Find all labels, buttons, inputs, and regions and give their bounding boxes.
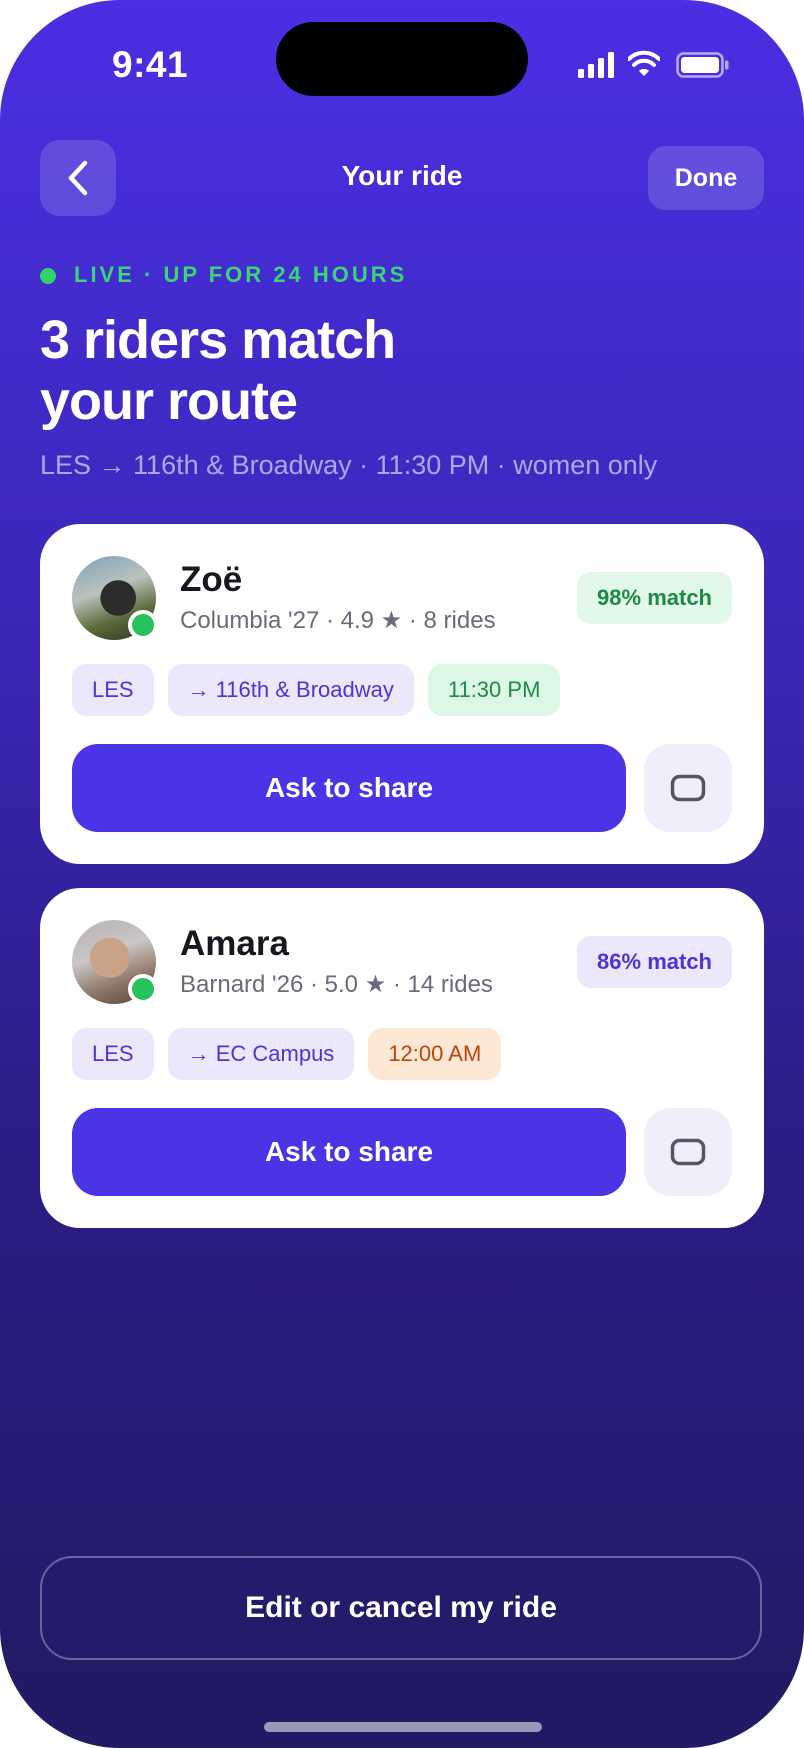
match-badge: 98% match (577, 572, 732, 624)
headline-line-2: your route (40, 371, 298, 431)
time-chip: 12:00 AM (368, 1028, 502, 1080)
live-indicator-dot (40, 268, 56, 284)
ask-to-share-button[interactable]: Ask to share (72, 744, 626, 832)
wifi-icon (628, 50, 660, 76)
pickup-chip: LES (72, 1028, 154, 1080)
message-button[interactable] (644, 1108, 732, 1196)
headline-line-1: 3 riders match (40, 310, 396, 370)
chat-bubble-icon (670, 1138, 706, 1166)
destination-chip: → EC Campus (167, 1028, 355, 1080)
done-button[interactable]: Done (648, 146, 764, 210)
route-chips: LES → 116th & Broadway 11:30 PM (72, 664, 561, 716)
rider-card-zoe: Zoë Columbia '27 · 4.9 ★ · 8 rides 98% m… (40, 524, 764, 864)
online-status-dot (128, 974, 158, 1004)
battery-icon (676, 52, 729, 78)
pickup-chip: LES (72, 664, 154, 716)
message-button[interactable] (644, 744, 732, 832)
ask-to-share-button[interactable]: Ask to share (72, 1108, 626, 1196)
destination-chip: → 116th & Broadway (167, 664, 414, 716)
status-time: 9:41 (112, 44, 189, 85)
rider-meta: Barnard '26 · 5.0 ★ · 14 rides (180, 971, 493, 998)
live-status-label: LIVE · UP FOR 24 HOURS (74, 262, 408, 287)
home-indicator (264, 1722, 542, 1732)
route-chips: LES → EC Campus 12:00 AM (72, 1028, 502, 1080)
rider-name: Amara (180, 924, 289, 963)
time-chip: 11:30 PM (427, 664, 561, 716)
phone-screen: 9:41 Your ride Done LIVE · UP FOR 24 HOU… (0, 0, 804, 1748)
match-badge: 86% match (577, 936, 732, 988)
match-headline: 3 riders match your route (40, 310, 640, 432)
edit-or-cancel-ride-button[interactable]: Edit or cancel my ride (40, 1556, 762, 1660)
rider-name: Zoë (180, 560, 243, 599)
chat-bubble-icon (670, 774, 706, 802)
online-status-dot (128, 610, 158, 640)
route-summary: LES → 116th & Broadway · 11:30 PM · wome… (40, 450, 658, 480)
cellular-signal-icon (578, 52, 614, 78)
rider-meta: Columbia '27 · 4.9 ★ · 8 rides (180, 607, 496, 634)
rider-card-amara: Amara Barnard '26 · 5.0 ★ · 14 rides 86%… (40, 888, 764, 1228)
dynamic-island (276, 22, 528, 96)
